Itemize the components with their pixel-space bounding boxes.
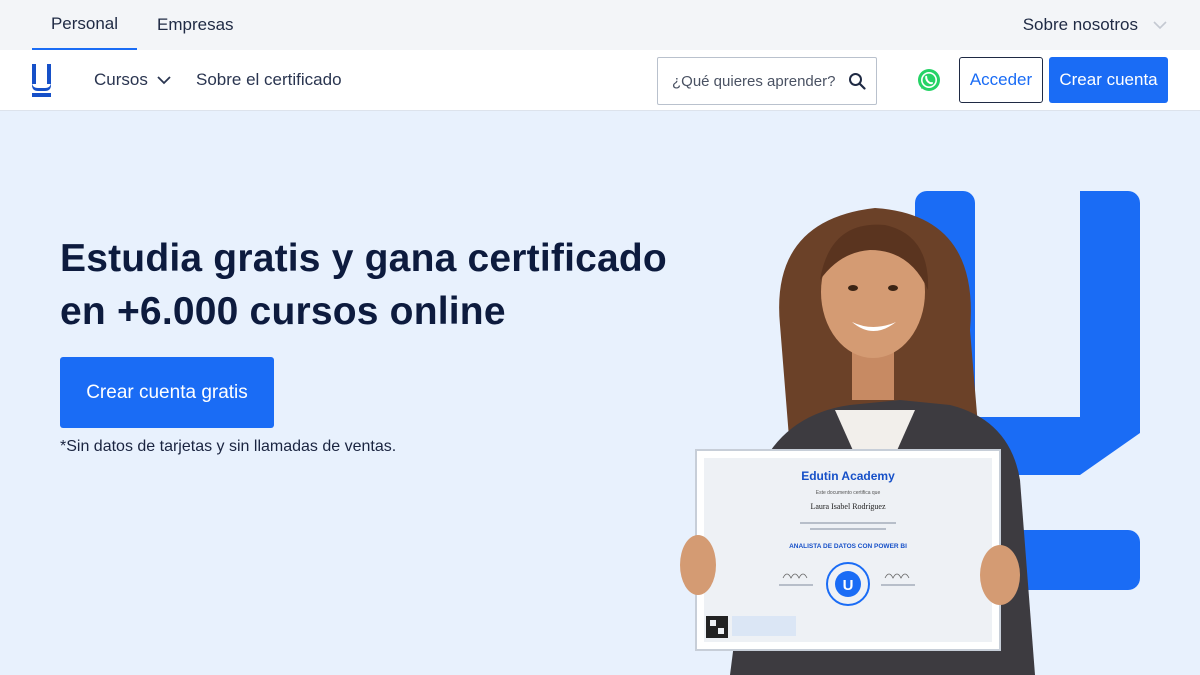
create-free-account-button[interactable]: Crear cuenta gratis xyxy=(60,357,274,428)
whatsapp-icon[interactable] xyxy=(917,68,941,92)
hero-title-line2: en +6.000 cursos online xyxy=(60,290,506,333)
chevron-down-icon xyxy=(157,76,171,85)
signup-button[interactable]: Crear cuenta xyxy=(1049,57,1168,103)
certificate-student: Laura Isabel Rodríguez xyxy=(810,502,886,511)
hero-illustration: Edutin Academy Este documento certifica … xyxy=(680,191,1140,675)
tab-empresas[interactable]: Empresas xyxy=(157,0,234,50)
certificate: Edutin Academy Este documento certifica … xyxy=(695,449,1001,651)
nav-sobre-certificado[interactable]: Sobre el certificado xyxy=(196,50,342,110)
hero-title-line1: Estudia gratis y gana certificado xyxy=(60,237,667,280)
certificate-line1: Este documento certifica que xyxy=(816,490,881,496)
login-button[interactable]: Acceder xyxy=(959,57,1043,103)
audience-switcher: Personal Empresas Sobre nosotros xyxy=(0,0,1200,50)
search-box xyxy=(657,57,877,105)
main-navbar: Cursos Sobre el certificado Acceder Crea… xyxy=(0,50,1200,111)
search-icon[interactable] xyxy=(848,72,866,90)
about-us-label: Sobre nosotros xyxy=(1022,15,1138,34)
search-input[interactable] xyxy=(672,58,842,104)
nav-cursos-label: Cursos xyxy=(94,70,148,89)
chevron-down-icon xyxy=(1153,21,1167,30)
certificate-academy: Edutin Academy xyxy=(801,469,895,483)
edutin-logo-icon[interactable] xyxy=(32,64,52,97)
about-us-menu[interactable]: Sobre nosotros xyxy=(1023,0,1168,50)
nav-cursos[interactable]: Cursos xyxy=(94,50,171,110)
svg-text:U: U xyxy=(843,577,854,594)
certificate-course: ANALISTA DE DATOS CON POWER BI xyxy=(789,543,907,550)
hero-disclaimer: *Sin datos de tarjetas y sin llamadas de… xyxy=(60,438,397,455)
tab-personal[interactable]: Personal xyxy=(32,0,137,50)
hero-title: Estudia gratis y gana certificado en +6.… xyxy=(60,232,680,338)
